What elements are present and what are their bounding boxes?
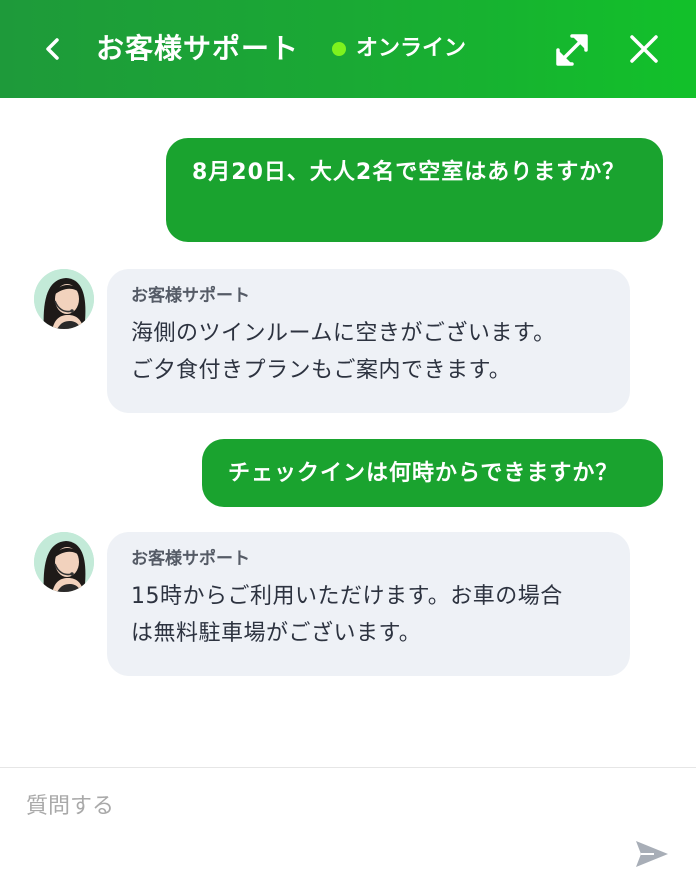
back-button[interactable]	[38, 30, 68, 68]
avatar	[34, 532, 94, 592]
agent-message-line: ご夕食付きプランもご案内できます。	[131, 358, 512, 383]
status-label: オンライン	[356, 36, 467, 61]
agent-message-line: 海側のツインルームに空きがございます。	[131, 321, 556, 346]
agent-message: お客様サポート 海側のツインルームに空きがございます。 ご夕食付きプランもご案内…	[107, 269, 630, 413]
expand-button[interactable]	[552, 30, 592, 70]
send-icon	[636, 841, 668, 867]
close-icon	[630, 35, 658, 63]
agent-message-text: 15時からご利用いただけます。お車の場合 は無料駐車場がございます。	[131, 578, 606, 652]
message-composer	[0, 768, 696, 896]
user-message-text: チェックインは何時からできますか？	[228, 461, 619, 486]
chat-messages[interactable]: 8月20日、大人2名で空室はありますか？ お客様サポート 海側のツインルームに空…	[0, 98, 696, 768]
agent-message-line: 15時からご利用いただけます。お車の場合	[131, 584, 563, 609]
agent-message-line: は無料駐車場がございます。	[131, 621, 422, 646]
message-input[interactable]	[26, 786, 586, 826]
expand-icon	[556, 34, 588, 66]
user-message: 8月20日、大人2名で空室はありますか？	[166, 138, 663, 242]
user-message-text: 8月20日、大人2名で空室はありますか？	[192, 160, 626, 185]
status-dot	[332, 42, 346, 56]
chat-header: お客様サポート オンライン	[0, 0, 696, 98]
agent-avatar-image	[34, 532, 94, 592]
send-button[interactable]	[634, 838, 670, 870]
close-button[interactable]	[626, 30, 662, 68]
agent-message: お客様サポート 15時からご利用いただけます。お車の場合 は無料駐車場がございま…	[107, 532, 630, 676]
agent-message-text: 海側のツインルームに空きがございます。 ご夕食付きプランもご案内できます。	[131, 315, 606, 389]
online-status: オンライン	[332, 34, 466, 64]
user-message: チェックインは何時からできますか？	[202, 439, 663, 507]
avatar	[34, 269, 94, 329]
agent-avatar-image	[34, 269, 94, 329]
agent-name: お客様サポート	[131, 549, 250, 569]
chevron-left-icon	[46, 38, 59, 60]
header-title: お客様サポート	[96, 32, 300, 65]
agent-name: お客様サポート	[131, 286, 250, 306]
